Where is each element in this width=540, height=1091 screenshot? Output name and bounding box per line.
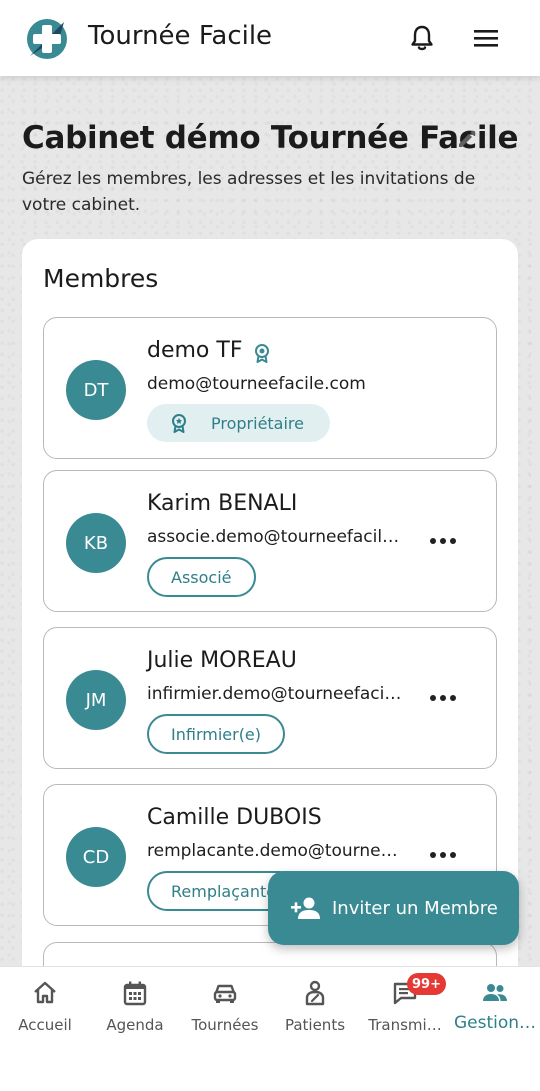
member-card-karim-benali[interactable]: KB Karim BENALI associe.demo@tourneefaci… [43,470,497,612]
avatar: DT [66,360,126,420]
nav-item-tournees[interactable]: Tournées [180,967,270,1047]
car-icon [213,984,237,1003]
avatar: CD [66,827,126,887]
member-name: demo TF [147,338,243,363]
invite-member-label: Inviter un Membre [332,897,498,919]
nav-label: Gestion… [453,1013,537,1033]
invite-member-button[interactable]: Inviter un Membre [268,871,519,945]
nav-item-accueil[interactable]: Accueil [0,967,90,1047]
role-chip-owner: Propriétaire [147,404,330,442]
hamburger-menu-icon[interactable] [470,22,502,54]
edit-pencil-icon[interactable] [455,127,479,151]
bell-icon[interactable] [406,22,438,54]
member-name: Karim BENALI [147,491,298,516]
member-email: remplacante.demo@tourneefacile.com [147,841,403,861]
role-chip[interactable]: Associé [147,557,256,597]
nav-label: Transmi… [368,1016,442,1034]
page-subtitle: Gérez les membres, les adresses et les i… [22,169,476,215]
nav-item-patients[interactable]: Patients [270,967,360,1047]
nav-label: Agenda [106,1016,164,1034]
member-card-demo-tf[interactable]: DT demo TF demo@tourneefacile.com Propri… [43,317,497,459]
nav-item-transmissions[interactable]: 99+ Transmi… [360,967,450,1047]
role-label: Propriétaire [211,413,304,433]
member-name: Julie MOREAU [147,648,297,673]
group-icon [483,984,507,1001]
nav-item-gestion[interactable]: Gestion… [450,967,540,1047]
nav-label: Patients [284,1016,346,1034]
person-add-icon [291,897,320,919]
member-email: associe.demo@tourneefacile.com [147,527,403,547]
nav-label: Tournées [191,1016,259,1034]
avatar: KB [66,513,126,573]
app-logo-icon [27,19,67,59]
calendar-icon [123,981,147,1006]
avatar: JM [66,670,126,730]
members-section-title: Membres [43,264,159,293]
member-email: infirmier.demo@tourneefacile.com [147,684,403,704]
award-icon [172,414,186,433]
nav-label: Accueil [18,1016,72,1034]
nav-item-agenda[interactable]: Agenda [90,967,180,1047]
member-card-julie-moreau[interactable]: JM Julie MOREAU infirmier.demo@tourneefa… [43,627,497,769]
owner-award-icon [255,344,269,363]
page-title: Cabinet démo Tournée Facile [22,120,519,156]
member-name: Camille DUBOIS [147,805,322,830]
app-bar: Tournée Facile [0,0,540,76]
member-email: demo@tourneefacile.com [147,374,366,394]
more-options-icon[interactable] [430,849,456,861]
app-title: Tournée Facile [88,21,273,51]
role-chip[interactable]: Infirmier(e) [147,714,286,754]
home-icon [34,981,56,1004]
patient-icon [305,980,325,1006]
notification-badge: 99+ [407,973,446,995]
bottom-navigation: Accueil Agenda Tournées Patients 99+ Tra… [0,966,540,1091]
more-options-icon[interactable] [430,692,456,704]
more-options-icon[interactable] [430,535,456,547]
